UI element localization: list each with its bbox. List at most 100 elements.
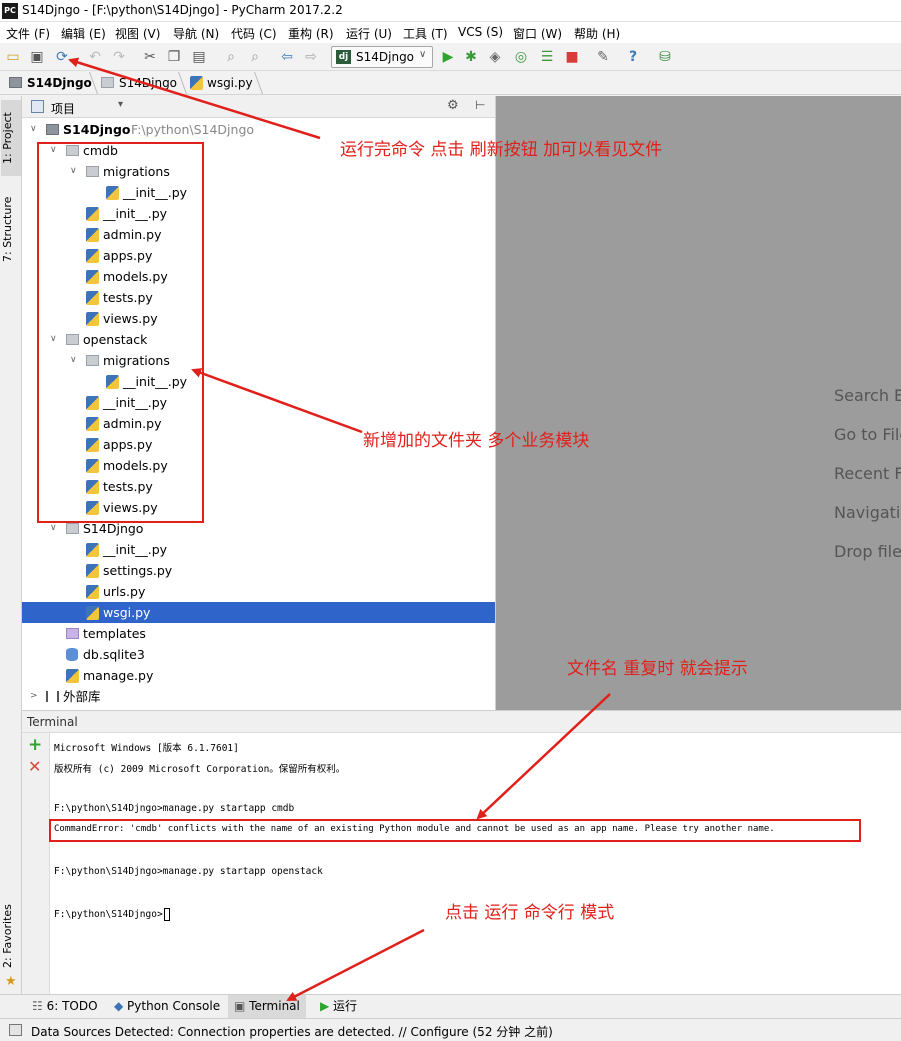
profile-icon[interactable]: ◎ (512, 48, 530, 66)
tab-python-console-label: Python Console (127, 999, 221, 1013)
terminal-output[interactable]: Microsoft Windows [版本 6.1.7601] 版权所有 (c)… (50, 733, 901, 994)
python-file-icon (86, 543, 99, 557)
redo-icon[interactable]: ↷ (110, 48, 128, 66)
main-toolbar: ▭ ▣ ⟳ ↶ ↷ ✂ ❐ ▤ ⌕ ⌕ ⇦ ⇨ dj S14Djngo ∨ ▶ … (0, 43, 901, 71)
terminal-line: Microsoft Windows [版本 6.1.7601] (54, 743, 239, 754)
tab-terminal[interactable]: ▣ Terminal (228, 995, 306, 1018)
menu-tools[interactable]: 工具 (T) (403, 25, 448, 42)
back-icon[interactable]: ⇦ (278, 48, 296, 66)
python-file-icon (190, 76, 203, 90)
run-configuration-select[interactable]: dj S14Djngo ∨ (331, 46, 433, 68)
tree-row-label: db.sqlite3 (83, 647, 145, 662)
library-icon (46, 691, 59, 702)
settings-icon[interactable]: ✎ (594, 48, 612, 66)
tree-row-label: manage.py (83, 668, 154, 683)
paste-icon[interactable]: ▤ (190, 48, 208, 66)
debug-icon[interactable]: ✱ (462, 48, 480, 66)
menu-file[interactable]: 文件 (F) (6, 25, 50, 42)
editor-hint-recent-files: Recent Fi (834, 464, 901, 483)
menu-vcs[interactable]: VCS (S) (458, 25, 503, 39)
menu-refactor[interactable]: 重构 (R) (288, 25, 334, 42)
folder-icon (66, 523, 79, 534)
tree-row-label: settings.py (103, 563, 173, 578)
terminal-prompt-line: F:\python\S14Djngo> (54, 908, 170, 921)
todo-icon: ☷ (32, 999, 47, 1013)
run-icon[interactable]: ▶ (439, 48, 457, 66)
project-view-label[interactable]: 项目 (51, 100, 75, 117)
replace-icon[interactable]: ⌕ (246, 48, 264, 66)
folder-icon (9, 77, 22, 88)
tab-terminal-label: Terminal (249, 999, 300, 1013)
annotation-new-folders: 新增加的文件夹 多个业务模块 (363, 431, 590, 451)
chevron-down-icon[interactable]: ∨ (30, 119, 37, 140)
menu-view[interactable]: 视图 (V) (115, 25, 160, 42)
tab-python-console[interactable]: ◆ Python Console (108, 995, 226, 1018)
gear-icon[interactable]: ⚙ (447, 98, 459, 113)
chevron-right-icon[interactable]: > (30, 686, 38, 707)
concurrency-icon[interactable]: ☰ (538, 48, 556, 66)
undo-icon[interactable]: ↶ (86, 48, 104, 66)
python-file-icon (86, 585, 99, 599)
menu-run[interactable]: 运行 (U) (346, 25, 392, 42)
sync-refresh-icon[interactable]: ⟳ (53, 48, 71, 66)
coverage-icon[interactable]: ◈ (486, 48, 504, 66)
python-console-icon: ◆ (114, 999, 128, 1013)
menu-edit[interactable]: 编辑 (E) (61, 25, 106, 42)
close-session-icon[interactable]: ✕ (28, 757, 41, 776)
editor-hint-go-to-file: Go to File (834, 425, 901, 444)
tree-row[interactable]: templates (22, 623, 495, 644)
tree-row[interactable]: urls.py (22, 581, 495, 602)
star-icon: ★ (5, 974, 17, 989)
tab-favorites[interactable]: 2: Favorites (1, 896, 21, 976)
tree-row[interactable]: __init__.py (22, 539, 495, 560)
status-message[interactable]: Data Sources Detected: Connection proper… (31, 1023, 553, 1040)
help-icon[interactable]: ? (624, 48, 642, 66)
tree-row[interactable]: settings.py (22, 560, 495, 581)
breadcrumb-file[interactable]: wsgi.py (207, 76, 253, 90)
tab-structure[interactable]: 7: Structure (1, 186, 21, 272)
database-icon (66, 648, 78, 661)
breadcrumb-project[interactable]: S14Djngo (27, 76, 92, 90)
terminal-title: Terminal (27, 715, 78, 729)
folder-icon (101, 77, 114, 88)
tree-row-label: templates (83, 626, 146, 641)
stop-icon[interactable]: ■ (563, 48, 581, 66)
run-icon: ▶ (320, 999, 334, 1013)
breadcrumb-package[interactable]: S14Djngo (119, 76, 177, 90)
find-icon[interactable]: ⌕ (222, 48, 240, 66)
menu-code[interactable]: 代码 (C) (231, 25, 277, 42)
chevron-down-icon[interactable]: ▾ (118, 99, 123, 110)
annotation-duplicate-name: 文件名 重复时 就会提示 (567, 659, 748, 679)
vcs-icon[interactable]: ⛁ (656, 48, 674, 66)
breadcrumb: S14Djngo S14Djngo wsgi.py (0, 72, 901, 95)
terminal-header: Terminal (22, 710, 901, 733)
annotation-box-error (49, 819, 861, 842)
annotation-box-new-folders (37, 142, 204, 523)
tab-todo[interactable]: ☷ 6: TODO (26, 995, 104, 1018)
python-file-icon (86, 606, 99, 620)
menu-navigate[interactable]: 导航 (N) (173, 25, 219, 42)
forward-icon[interactable]: ⇨ (302, 48, 320, 66)
templates-folder-icon (66, 628, 79, 639)
tree-row[interactable]: wsgi.py (22, 602, 495, 623)
hide-panel-icon[interactable]: ⊢ (475, 98, 485, 112)
tool-windows-toggle-icon[interactable] (9, 1024, 22, 1036)
menu-help[interactable]: 帮助 (H) (574, 25, 620, 42)
editor-area[interactable]: Search Ev Go to File Recent Fi Navigatio… (496, 96, 901, 710)
tab-run[interactable]: ▶ 运行 (314, 995, 363, 1018)
copy-icon[interactable]: ❐ (165, 48, 183, 66)
tree-row-label: wsgi.py (103, 605, 151, 620)
menu-window[interactable]: 窗口 (W) (513, 25, 562, 42)
cut-icon[interactable]: ✂ (141, 48, 159, 66)
tab-todo-label: 6: TODO (46, 999, 98, 1013)
window-title: S14Djngo - [F:\python\S14Djngo] - PyChar… (22, 3, 343, 17)
tree-row[interactable]: db.sqlite3 (22, 644, 495, 665)
save-icon[interactable]: ▣ (28, 48, 46, 66)
status-bar: Data Sources Detected: Connection proper… (0, 1018, 901, 1041)
tree-row[interactable]: manage.py (22, 665, 495, 686)
tab-project[interactable]: 1: Project (1, 100, 21, 176)
new-session-icon[interactable]: + (28, 735, 42, 755)
open-folder-icon[interactable]: ▭ (4, 48, 22, 66)
terminal-line: F:\python\S14Djngo>manage.py startapp op… (54, 866, 323, 877)
tree-row[interactable]: > 外部库 (22, 686, 495, 707)
